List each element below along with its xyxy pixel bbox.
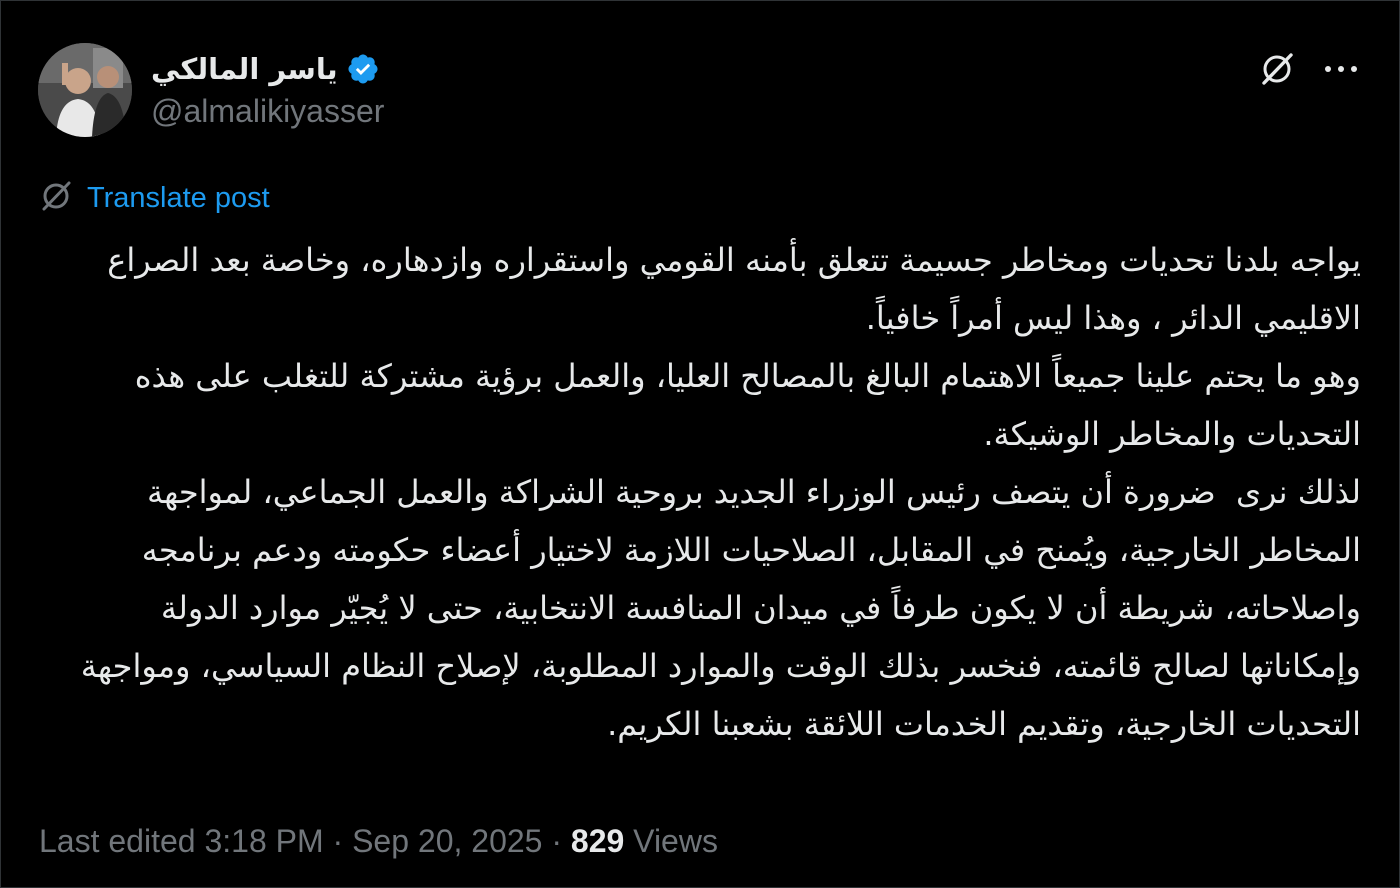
post-actions — [1257, 49, 1361, 89]
views-count: 829 — [570, 823, 625, 859]
post-text: يواجه بلدنا تحديات ومخاطر جسيمة تتعلق بأ… — [41, 231, 1361, 753]
translate-icon — [39, 179, 73, 217]
post-meta: Last edited 3:18 PM · Sep 20, 2025 · 829… — [39, 823, 718, 860]
post-paragraph-3: لذلك نرى ضرورة أن يتصف رئيس الوزراء الجد… — [70, 473, 1361, 743]
post-paragraph-2: وهو ما يحتم علينا جميعاً الاهتمام البالغ… — [124, 357, 1361, 453]
meta-separator: · — [542, 823, 571, 859]
avatar[interactable] — [38, 43, 132, 137]
display-name[interactable]: ياسر المالكي — [151, 52, 338, 86]
meta-separator: · — [323, 823, 353, 859]
post-date[interactable]: Sep 20, 2025 — [352, 823, 542, 859]
views-label: Views — [624, 823, 718, 859]
avatar-photo-icon — [38, 43, 132, 137]
edited-label[interactable]: Last edited 3:18 PM — [39, 823, 324, 859]
author-block: ياسر المالكي @almalikiyasser — [151, 47, 751, 130]
verified-badge-icon[interactable] — [346, 52, 380, 86]
author-handle[interactable]: @almalikiyasser — [151, 93, 751, 130]
grok-icon[interactable] — [1257, 49, 1297, 89]
post-paragraph-1: يواجه بلدنا تحديات ومخاطر جسيمة تتعلق بأ… — [97, 241, 1361, 337]
translate-post-link[interactable]: Translate post — [39, 179, 270, 217]
post-card: ياسر المالكي @almalikiyasser Translate p… — [0, 0, 1400, 888]
translate-post-label: Translate post — [87, 181, 270, 214]
more-options-icon[interactable] — [1321, 49, 1361, 89]
